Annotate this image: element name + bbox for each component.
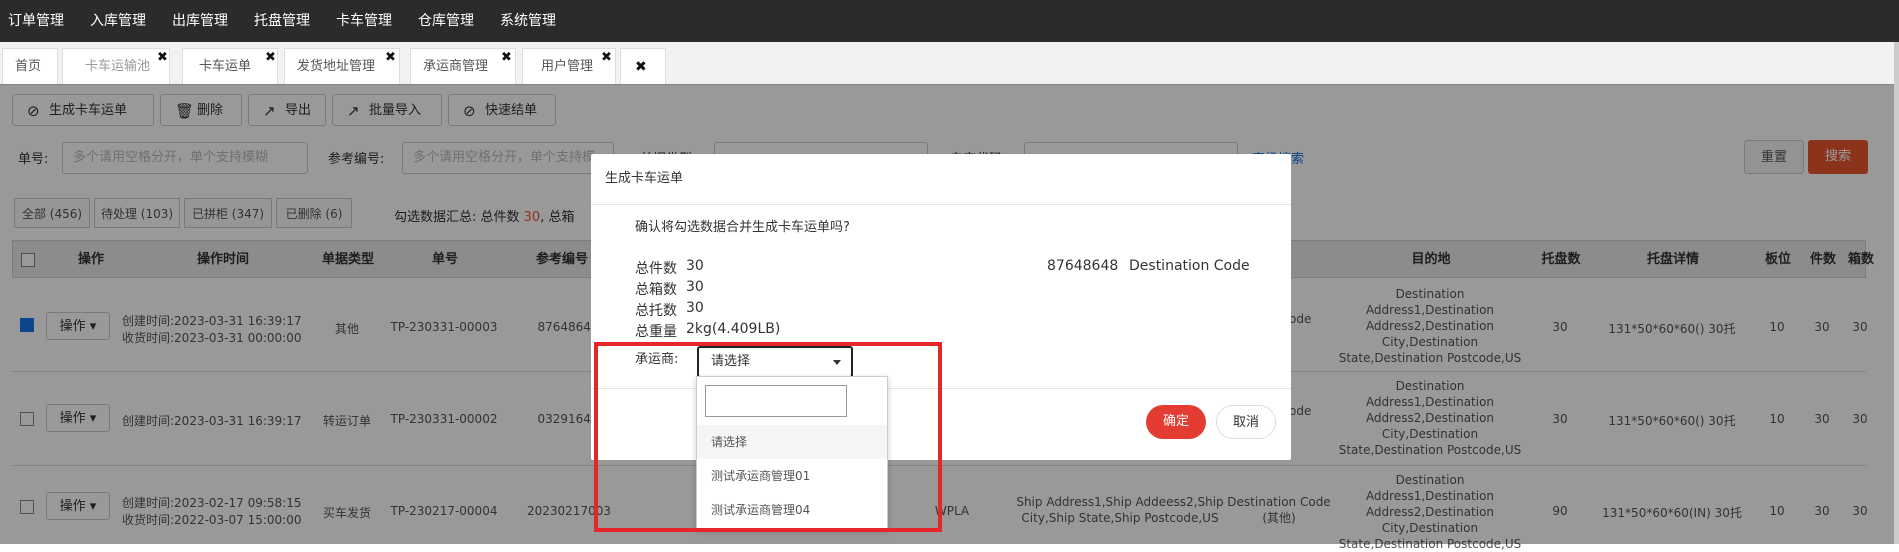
tab-truck-waybill[interactable]: 卡车运单 ✖ [182,48,278,84]
total-boxes-label: 总箱数 [635,282,677,298]
confirm-question: 确认将勾选数据合并生成卡车运单吗? [635,220,850,235]
close-icon[interactable]: ✖ [635,49,647,85]
tab-bar: 首页 卡车运输池 ✖ 卡车运单 ✖ 发货地址管理 ✖ 承运商管理 ✖ 用户管理 ✖ ✖ [0,42,1894,85]
cancel-button[interactable]: 取消 [1216,405,1276,439]
dialog-title: 生成卡车运单 [605,171,684,186]
nav-truck-management[interactable]: 卡车管理 [336,0,392,42]
close-icon[interactable]: ✖ [601,40,612,76]
tab-close-all[interactable]: ✖ [620,48,666,84]
close-icon[interactable]: ✖ [501,40,512,76]
summary-destination-code: Destination Code [1129,258,1250,274]
total-weight-value: 2kg(4.409LB) [686,321,781,337]
total-boxes-value: 30 [686,279,704,295]
nav-outbound-management[interactable]: 出库管理 [172,0,228,42]
tab-label: 首页 [15,59,42,74]
tab-truck-pool[interactable]: 卡车运输池 ✖ [62,48,170,84]
nav-order-management[interactable]: 订单管理 [8,0,64,42]
tab-label: 用户管理 [541,59,594,74]
total-weight-label: 总重量 [635,324,677,340]
tab-shipping-address[interactable]: 发货地址管理 ✖ [284,48,400,84]
confirm-button[interactable]: 确定 [1146,405,1206,439]
nav-inbound-management[interactable]: 入库管理 [90,0,146,42]
tab-label: 承运商管理 [423,59,489,74]
total-pallets-label: 总托数 [635,303,677,319]
top-navigation: 订单管理 入库管理 出库管理 托盘管理 卡车管理 仓库管理 系统管理 [0,0,1899,42]
highlight-box [594,342,942,532]
tab-label: 卡车运单 [199,59,252,74]
page-scrollbar[interactable] [1894,42,1899,544]
total-pieces-label: 总件数 [635,261,677,277]
summary-ref: 87648648 [1047,258,1119,274]
total-pieces-value: 30 [686,258,704,274]
close-icon[interactable]: ✖ [385,40,396,76]
tab-carrier-management[interactable]: 承运商管理 ✖ [410,48,516,84]
tab-home[interactable]: 首页 [2,48,58,84]
close-icon[interactable]: ✖ [157,40,168,76]
tab-label: 卡车运输池 [85,59,151,74]
tab-user-management[interactable]: 用户管理 ✖ [522,48,616,84]
nav-warehouse-management[interactable]: 仓库管理 [418,0,474,42]
close-icon[interactable]: ✖ [265,40,276,76]
divider [591,204,1291,205]
total-pallets-value: 30 [686,300,704,316]
tab-label: 发货地址管理 [297,59,376,74]
nav-pallet-management[interactable]: 托盘管理 [254,0,310,42]
nav-system-management[interactable]: 系统管理 [500,0,556,42]
